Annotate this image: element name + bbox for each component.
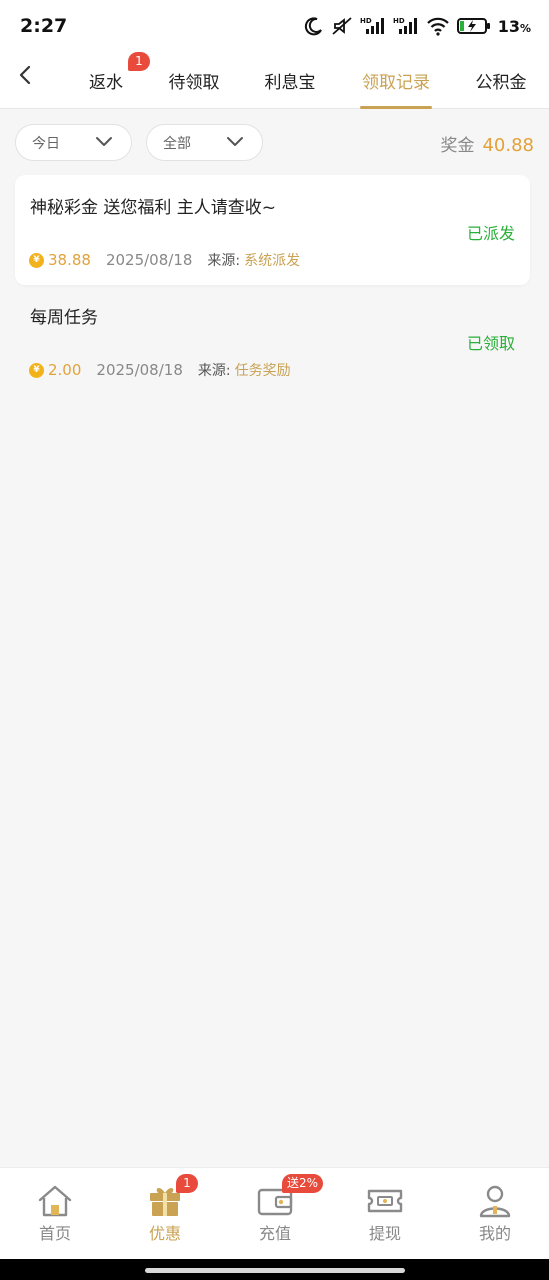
hd-signal-icon: HD (360, 16, 386, 36)
record-title: 每周任务 (30, 308, 98, 328)
nav-home[interactable]: 首页 (0, 1168, 110, 1260)
back-button[interactable] (12, 62, 38, 92)
tab-label: 返水 (89, 73, 123, 93)
tab-rebate-badge: 1 (128, 52, 150, 71)
nav-deposit[interactable]: 送2% 充值 (220, 1168, 330, 1260)
bottom-nav: 首页 1 优惠 送2% 充值 提现 我的 (0, 1167, 549, 1259)
nav-deposit-promo-badge: 送2% (282, 1174, 324, 1193)
nav-label: 提现 (368, 1224, 401, 1243)
record-date: 2025/08/18 (105, 251, 193, 269)
record-item: 神秘彩金 送您福利 主人请查收~ 已派发 ¥ 38.88 2025/08/18 … (15, 175, 530, 285)
record-source-label: 来源: (197, 363, 231, 379)
date-filter-value: 今日 (32, 135, 60, 152)
status-time: 2:27 (20, 15, 68, 37)
svg-text:HD: HD (360, 17, 372, 25)
tab-label: 公积金 (475, 73, 527, 93)
tab-rebate[interactable]: 返水 1 (88, 52, 150, 109)
record-amount: 38.88 (48, 251, 91, 269)
gesture-handle[interactable] (145, 1268, 405, 1273)
chevron-down-icon (226, 135, 244, 151)
home-icon (36, 1184, 74, 1218)
date-filter-dropdown[interactable]: 今日 (15, 124, 132, 161)
nav-label: 首页 (38, 1224, 71, 1243)
tab-header: 返水 1 待领取 利息宝 领取记录 公积金 (0, 52, 549, 109)
mute-vibrate-icon (331, 16, 353, 36)
tab-label: 领取记录 (362, 73, 430, 93)
nav-label: 充值 (258, 1224, 291, 1243)
coin-icon: ¥ (29, 252, 44, 268)
nav-label: 我的 (478, 1224, 511, 1243)
status-bar: 2:27 HD HD 13% (0, 0, 549, 52)
record-date: 2025/08/18 (96, 361, 183, 379)
nav-offers[interactable]: 1 优惠 (110, 1168, 220, 1260)
prize-label: 奖金 (440, 136, 475, 156)
battery-charging-icon (456, 16, 491, 36)
ticket-icon (366, 1184, 404, 1218)
tab-label: 利息宝 (264, 73, 316, 93)
gesture-area (0, 1259, 549, 1280)
battery-level: 13% (497, 16, 531, 36)
prize-total: 40.88 (482, 135, 534, 156)
type-filter-value: 全部 (163, 135, 191, 152)
nav-label: 优惠 (148, 1224, 181, 1243)
record-source-value: 系统派发 (244, 253, 301, 269)
record-title: 神秘彩金 送您福利 主人请查收~ (30, 198, 277, 218)
user-icon (476, 1184, 514, 1218)
nav-offers-badge: 1 (176, 1174, 198, 1193)
record-source-label: 来源: (207, 253, 241, 269)
moon-icon (304, 16, 324, 36)
tab-interest-treasure[interactable]: 利息宝 (262, 52, 318, 109)
record-meta: ¥ 2.00 2025/08/18 来源: 任务奖励 (29, 360, 291, 380)
nav-profile[interactable]: 我的 (440, 1168, 549, 1260)
coin-icon: ¥ (29, 362, 44, 378)
nav-withdraw[interactable]: 提现 (330, 1168, 440, 1260)
record-status: 已派发 (466, 224, 515, 243)
record-source-value: 任务奖励 (234, 363, 291, 379)
prize-summary: 奖金 40.88 (440, 131, 534, 156)
tab-provident-fund[interactable]: 公积金 (473, 52, 529, 109)
record-item: 每周任务 已领取 ¥ 2.00 2025/08/18 来源: 任务奖励 (15, 285, 530, 395)
tab-pending-claim[interactable]: 待领取 (166, 52, 222, 109)
tab-claim-records[interactable]: 领取记录 (360, 52, 432, 109)
chevron-left-icon (18, 64, 32, 90)
svg-text:HD: HD (393, 17, 405, 25)
hd-signal-icon: HD (393, 16, 419, 36)
tab-label: 待领取 (168, 73, 220, 93)
filter-row: 今日 全部 奖金 40.88 (0, 124, 549, 162)
wifi-icon (426, 16, 450, 36)
type-filter-dropdown[interactable]: 全部 (146, 124, 263, 161)
chevron-down-icon (95, 135, 113, 151)
record-amount: 2.00 (48, 361, 82, 379)
record-status: 已领取 (466, 334, 515, 353)
status-icons: HD HD 13% (304, 16, 531, 36)
record-meta: ¥ 38.88 2025/08/18 来源: 系统派发 (29, 250, 300, 270)
